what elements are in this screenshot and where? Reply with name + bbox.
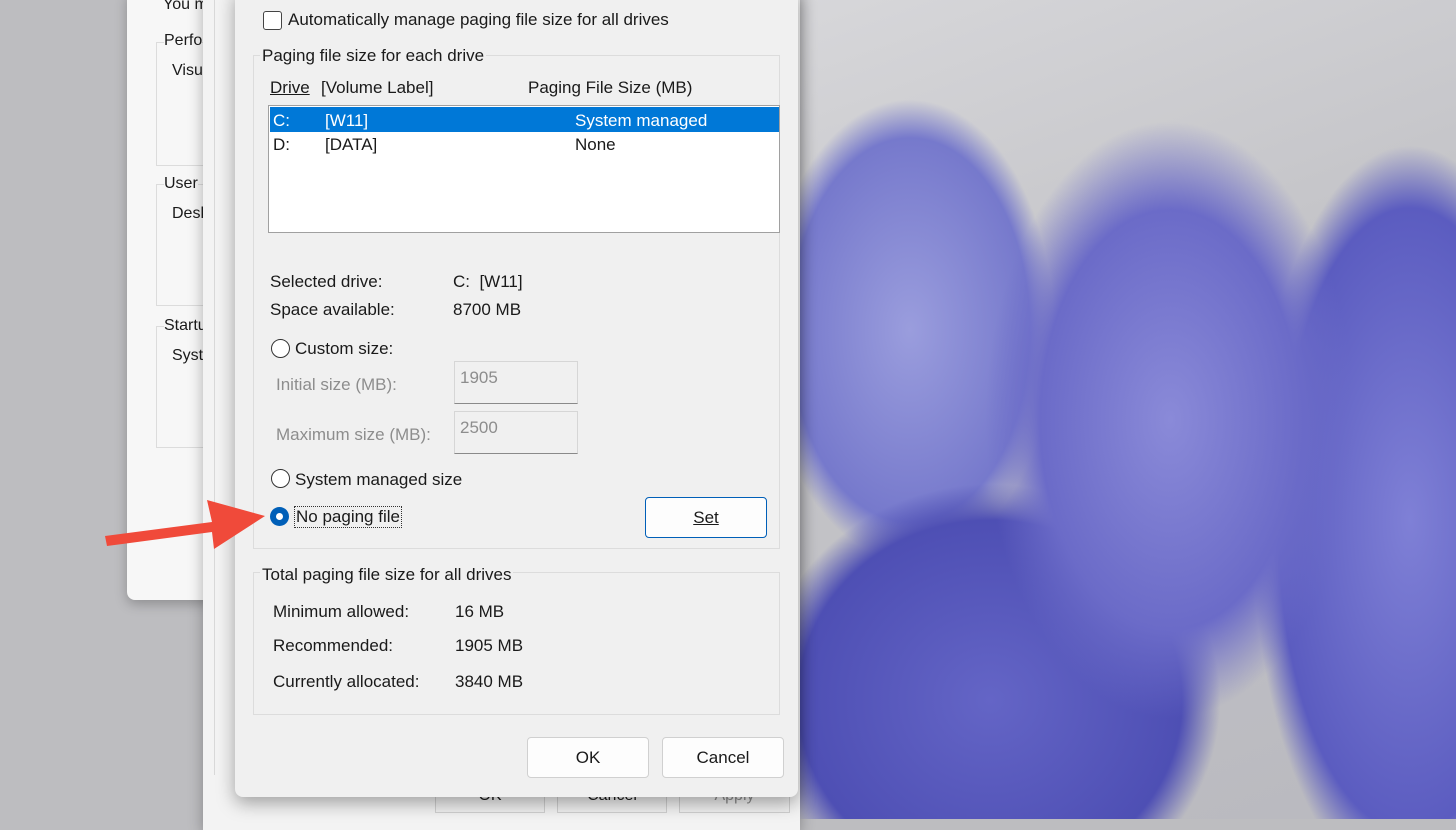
arrow-icon [105,500,265,549]
red-arrow-annotation [105,500,265,549]
